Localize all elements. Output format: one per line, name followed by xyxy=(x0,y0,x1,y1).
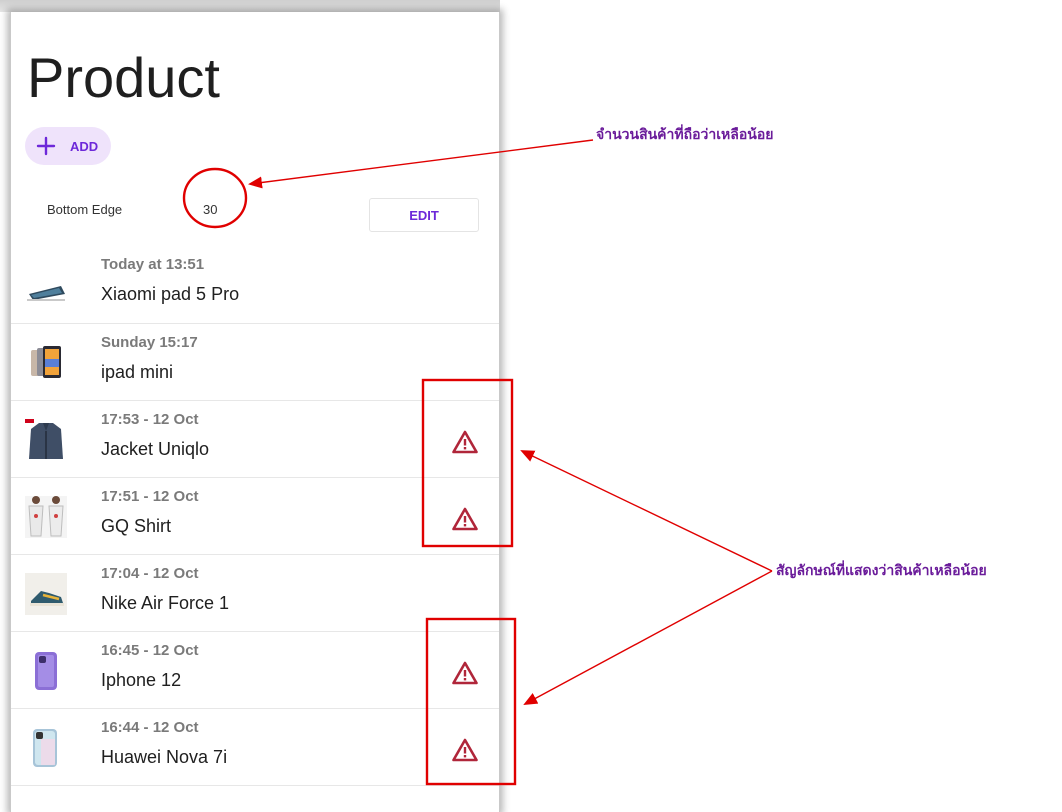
iphone-thumb-icon xyxy=(35,652,57,690)
add-product-button[interactable]: ADD xyxy=(25,127,111,165)
item-name: ipad mini xyxy=(101,362,174,382)
item-name: Nike Air Force 1 xyxy=(101,593,230,613)
edit-button[interactable]: EDIT xyxy=(369,198,479,232)
bottom-edge-value: 30 xyxy=(203,202,218,217)
tablet-thumb-icon xyxy=(27,286,65,301)
list-item[interactable]: 16:45 - 12 Oct Iphone 12 xyxy=(11,631,499,708)
list-item[interactable]: 17:51 - 12 Oct GQ Shirt xyxy=(11,477,499,554)
item-time: Today at 13:51 xyxy=(101,256,205,273)
product-panel: Product ADD Bottom Edge 30 EDIT Today at… xyxy=(10,12,500,812)
low-stock-warning-icon[interactable] xyxy=(452,738,478,762)
list-item[interactable]: Today at 13:51 Xiaomi pad 5 Pro xyxy=(11,246,499,323)
item-time: 16:45 - 12 Oct xyxy=(101,642,199,659)
low-stock-warning-icon[interactable] xyxy=(452,507,478,531)
huawei-thumb-icon xyxy=(33,729,57,767)
warning-annotation-text: สัญลักษณ์ที่แสดงว่าสินค้าเหลือน้อย xyxy=(776,562,987,578)
jacket-thumb-icon xyxy=(25,419,63,459)
item-name: Jacket Uniqlo xyxy=(101,439,210,459)
plus-icon xyxy=(36,136,56,156)
threshold-annotation-text: จำนวนสินค้าที่ถือว่าเหลือน้อย xyxy=(596,126,774,142)
bottom-edge-label: Bottom Edge xyxy=(47,202,123,217)
window-top-bar xyxy=(0,0,500,12)
item-name: Huawei Nova 7i xyxy=(101,747,228,767)
page-title: Product xyxy=(27,46,220,109)
list-item[interactable]: 17:04 - 12 Oct Nike Air Force 1 xyxy=(11,554,499,631)
list-item[interactable]: Sunday 15:17 ipad mini xyxy=(11,323,499,400)
warning-arrow-bottom xyxy=(523,570,773,705)
item-time: 17:51 - 12 Oct xyxy=(101,488,199,505)
list-item[interactable]: 16:44 - 12 Oct Huawei Nova 7i xyxy=(11,708,499,785)
item-time: 16:44 - 12 Oct xyxy=(101,719,199,736)
ipad-thumb-icon xyxy=(31,346,61,378)
list-item[interactable]: 17:53 - 12 Oct Jacket Uniqlo xyxy=(11,400,499,477)
low-stock-warning-icon[interactable] xyxy=(452,430,478,454)
list-end-divider xyxy=(11,785,499,795)
sneaker-thumb-icon xyxy=(25,573,67,615)
low-stock-warning-icon[interactable] xyxy=(452,661,478,685)
add-button-label: ADD xyxy=(70,138,99,154)
warning-arrow-top xyxy=(520,450,773,572)
item-name: Iphone 12 xyxy=(101,670,182,690)
item-time: Sunday 15:17 xyxy=(101,334,198,351)
shirt-thumb-icon xyxy=(25,496,67,538)
item-name: GQ Shirt xyxy=(101,516,172,536)
item-time: 17:04 - 12 Oct xyxy=(101,565,199,582)
product-list: Today at 13:51 Xiaomi pad 5 Pro Sunday 1… xyxy=(11,246,499,795)
item-time: 17:53 - 12 Oct xyxy=(101,411,199,428)
item-name: Xiaomi pad 5 Pro xyxy=(101,284,240,304)
